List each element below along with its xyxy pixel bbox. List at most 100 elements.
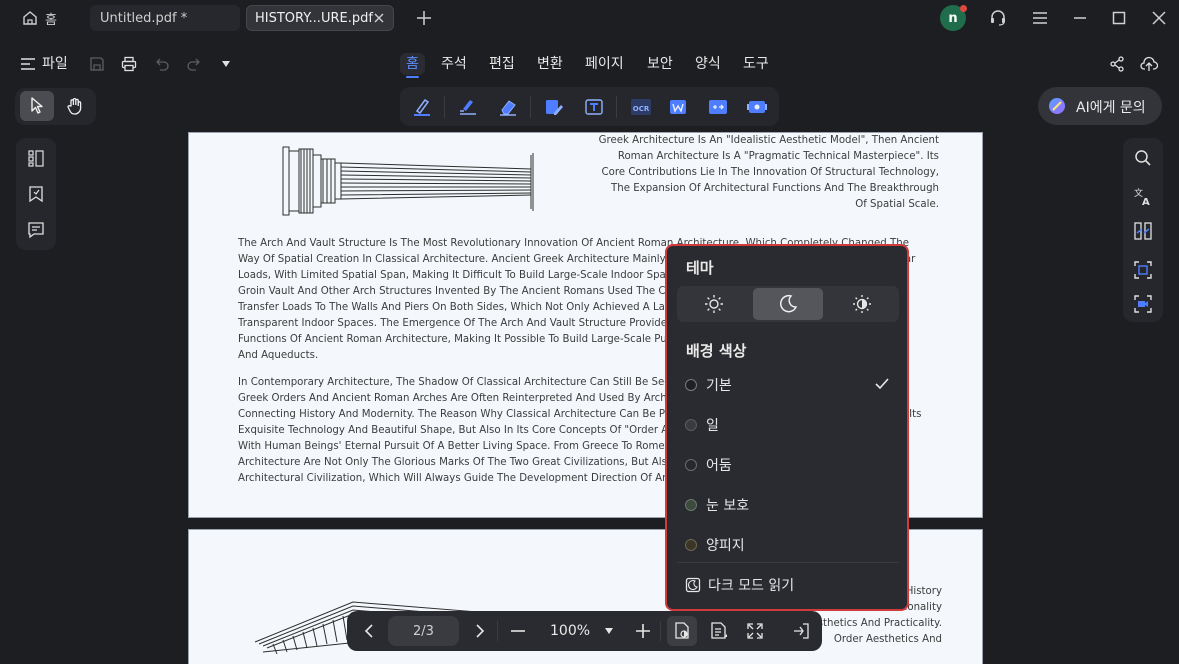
close-icon[interactable] [373,12,385,24]
background-color-heading: 배경 색상 [686,342,747,360]
highlight-tool-icon[interactable] [410,95,434,119]
next-page-icon[interactable] [470,621,490,641]
capture-video-icon[interactable] [1133,294,1153,314]
checkmark-icon [875,378,889,390]
menu-tools[interactable]: 도구 [743,53,769,75]
menu-annotate[interactable]: 주석 [441,53,467,75]
color-swatch [685,539,697,551]
convert-word-icon[interactable] [666,95,690,119]
notification-dot [960,5,967,12]
new-tab-icon[interactable] [414,8,434,28]
auto-theme-icon [852,294,872,314]
quick-access-dropdown-icon[interactable] [218,56,234,72]
menu-form[interactable]: 양식 [695,53,721,75]
dark-theme-button[interactable] [753,288,823,320]
text-line: Roman Architecture Is A "Pragmatic Techn… [617,151,939,162]
screen-record-icon[interactable] [744,95,770,119]
search-icon[interactable] [1133,148,1153,168]
divider [677,562,899,563]
theme-popup: 테마 배경 색상 기본 일 어둠 눈 보호 양피지 다크 모드 읽기 [665,244,909,611]
save-icon[interactable] [88,55,106,73]
minimize-icon[interactable] [1070,8,1090,28]
reading-mode-icon[interactable] [667,616,697,646]
tab-history[interactable]: HISTORY...URE.pdf [246,5,394,31]
combine-icon[interactable] [706,95,730,119]
tab-label: HISTORY...URE.pdf [255,10,373,26]
bg-option-dark[interactable]: 어둠 [685,454,732,476]
bg-option-eye-care[interactable]: 눈 보호 [685,494,749,516]
screenshot-icon[interactable] [1133,260,1153,280]
bg-option-parchment[interactable]: 양피지 [685,534,745,556]
fit-screen-icon[interactable] [745,621,765,641]
hamburger-menu-icon[interactable] [1030,8,1050,28]
compare-icon[interactable] [1133,221,1153,241]
undo-icon[interactable] [153,55,171,73]
text-line: The Expansion Of Architectural Functions… [611,183,939,194]
tab-untitled[interactable]: Untitled.pdf * [90,5,240,31]
menu-security[interactable]: 보안 [647,53,673,75]
ocr-icon[interactable]: OCR [628,95,654,119]
color-swatch [685,379,697,391]
avatar[interactable]: n [940,5,967,31]
zoom-out-icon[interactable] [508,621,528,641]
redo-icon[interactable] [185,55,203,73]
comments-icon[interactable] [26,220,46,240]
theme-heading: 테마 [686,259,714,277]
system-theme-button[interactable] [827,288,897,320]
option-label: 어둠 [706,458,732,474]
previous-page-icon[interactable] [359,621,379,641]
zoom-level[interactable]: 100% [550,621,590,641]
print-icon[interactable] [120,55,138,73]
bg-option-default[interactable]: 기본 [685,374,889,396]
share-icon[interactable] [1107,54,1127,74]
tab-home[interactable]: 홈 [12,5,84,31]
zoom-in-icon[interactable] [633,621,653,641]
text-line: Greek Architecture Is An "Idealistic Aes… [598,135,939,146]
area-highlight-icon[interactable] [456,95,480,119]
thumbnails-icon[interactable] [26,148,46,168]
color-swatch [685,459,697,471]
dark-reading-icon [685,577,701,593]
tab-label: Untitled.pdf * [100,10,188,26]
dark-mode-reading-option[interactable]: 다크 모드 읽기 [685,574,794,596]
option-label: 일 [706,418,719,434]
page1-right-paragraph: Greek Architecture Is An "Idealistic Aes… [559,133,939,213]
bg-option-day[interactable]: 일 [685,414,719,436]
eraser-tool-icon[interactable] [496,95,520,119]
menu-page[interactable]: 페이지 [585,53,624,75]
maximize-icon[interactable] [1109,8,1129,28]
page-layout-icon[interactable] [708,621,730,641]
menu-home[interactable]: 홈 [400,53,425,78]
home-icon [22,10,38,26]
page-number-input[interactable]: 2/3 [388,616,459,646]
bookmark-icon[interactable] [26,184,46,204]
edit-text-icon[interactable] [542,95,566,119]
select-tool-icon[interactable] [20,91,54,121]
avatar-letter: n [948,10,958,26]
file-menu-label[interactable]: 파일 [42,53,68,75]
cloud-upload-icon[interactable] [1139,54,1159,74]
option-label: 눈 보호 [706,498,750,514]
menu-convert[interactable]: 변환 [537,53,563,75]
light-theme-button[interactable] [679,288,749,320]
ask-ai-label: AI에게 문의 [1076,100,1146,116]
ask-ai-button[interactable]: AI에게 문의 [1038,87,1162,125]
separator [444,96,445,118]
option-label: 다크 모드 읽기 [708,578,795,594]
hand-tool-icon[interactable] [60,91,90,121]
text-line: Of Spatial Scale. [855,199,939,210]
file-menu-icon[interactable] [18,54,38,74]
svg-text:A: A [1142,197,1150,207]
exit-panel-icon[interactable] [791,621,811,641]
ai-sparkle-icon [1048,97,1066,115]
zoom-dropdown-icon[interactable] [601,623,617,639]
moon-icon [778,294,798,314]
menu-edit[interactable]: 편집 [489,53,515,75]
support-icon[interactable] [988,8,1008,28]
option-label: 양피지 [706,538,745,554]
tab-bar: 홈 Untitled.pdf * HISTORY...URE.pdf n [0,0,1179,36]
translate-icon[interactable]: 文A [1133,187,1153,207]
separator [497,621,498,641]
text-box-icon[interactable] [582,95,606,119]
window-close-icon[interactable] [1149,8,1169,28]
